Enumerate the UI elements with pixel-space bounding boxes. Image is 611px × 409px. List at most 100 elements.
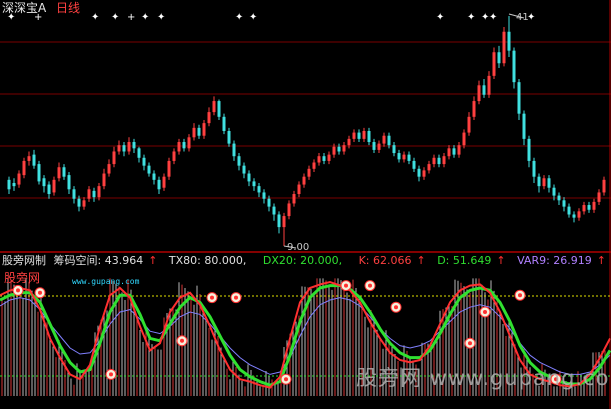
candle-body <box>442 156 446 165</box>
candle-body <box>177 142 181 152</box>
candle-body <box>142 157 146 166</box>
candle-body <box>527 138 531 161</box>
candle-body <box>37 164 41 182</box>
candle-body <box>22 160 26 176</box>
candle-body <box>377 143 381 150</box>
candle-body <box>102 173 106 187</box>
candle-body <box>452 148 456 155</box>
cross-signal-dot <box>483 310 487 314</box>
cross-signal-dot <box>210 295 214 300</box>
candle-body <box>292 194 296 204</box>
indicator-value-5: VAR9: 26.919 ↑ <box>517 254 606 267</box>
candle-body <box>407 154 411 161</box>
signal-marks: ✦ + ✦ ✦ + ✦ ✦ ✦ ✦ ✦ ✦ ✦ ✦ ✦ <box>7 12 535 23</box>
candle-body <box>457 145 461 155</box>
candle-body <box>512 50 516 83</box>
candle-body <box>182 142 186 149</box>
candle-body <box>17 173 21 185</box>
candle-body <box>82 200 86 207</box>
candle-body <box>47 184 51 195</box>
candle-body <box>7 179 11 190</box>
cross-signal-dot <box>394 305 398 310</box>
candle-body <box>57 167 61 179</box>
candle-body <box>167 160 171 177</box>
candle-body <box>222 116 226 131</box>
candle-body <box>307 168 311 177</box>
candle-body <box>322 156 326 161</box>
indicator-value-bar: 股旁网制 筹码空间: 43.964 ↑ TX80: 80.000, DX20: 2… <box>2 254 611 268</box>
candle-body <box>422 170 426 177</box>
candle-body <box>477 85 481 102</box>
candle-body <box>447 148 451 157</box>
candle-body <box>387 135 391 146</box>
candle-body <box>152 173 156 180</box>
candle-body <box>372 142 376 150</box>
candle-body <box>132 142 136 149</box>
candle-body <box>397 153 401 160</box>
candle-body <box>207 112 211 124</box>
candle-body <box>482 85 486 95</box>
candle-body <box>112 151 116 165</box>
cross-signal-dot <box>468 341 472 346</box>
cross-signal-dot <box>518 293 522 298</box>
candle-body <box>202 123 206 136</box>
candle-body <box>432 157 436 165</box>
candle-body <box>42 178 46 187</box>
bottom-watermark: 股旁网 www.gupang.com <box>356 366 611 390</box>
candle-body <box>117 145 121 152</box>
chart-title-bar: 深深宝A 日线 <box>2 1 80 15</box>
candle-body <box>367 131 371 143</box>
candle-body <box>237 156 241 166</box>
signal-mark: ✦ <box>467 12 475 23</box>
signal-mark: ✦ <box>141 12 149 23</box>
high-price-label: 41 <box>516 12 529 23</box>
cross-signal-dot <box>16 288 20 293</box>
candle-body <box>32 154 36 166</box>
stock-chart[interactable]: ✦ + ✦ ✦ + ✦ ✦ ✦ ✦ ✦ ✦ ✦ ✦ ✦ <box>0 0 611 409</box>
candle-body <box>67 175 71 190</box>
period-label[interactable]: 日线 <box>56 1 80 15</box>
candle-body <box>462 132 466 146</box>
candle-body <box>597 192 601 202</box>
indicator-value-2: DX20: 20.000, <box>262 254 343 267</box>
candle-body <box>427 164 431 171</box>
candle-body <box>492 52 496 76</box>
candle-body <box>347 138 351 146</box>
indicator-value-4: D: 51.649 ↑ <box>437 254 506 267</box>
signal-mark: ✦ <box>235 12 243 23</box>
candle-body <box>277 214 281 228</box>
candle-body <box>227 131 231 144</box>
candle-body <box>517 82 521 114</box>
indicator-value-0: 筹码空间: 43.964 ↑ <box>53 254 158 267</box>
candle-body <box>487 75 491 95</box>
indicator-value-3: K: 62.066 ↑ <box>358 254 426 267</box>
signal-mark: ✦ <box>436 12 444 23</box>
candle-body <box>357 132 361 139</box>
signal-mark: + <box>127 12 135 23</box>
cross-signal-dot <box>180 338 184 343</box>
candle-body <box>547 178 551 188</box>
candle-body <box>417 168 421 177</box>
candle-body <box>187 137 191 149</box>
candle-body <box>262 192 266 199</box>
candle-body <box>572 214 576 218</box>
candle-body <box>267 198 271 207</box>
candle-body <box>532 160 536 177</box>
candle-body <box>282 216 286 228</box>
candle-body <box>297 184 301 195</box>
candle-body <box>232 143 236 157</box>
cross-signal-dot <box>109 372 113 377</box>
indicator-name[interactable]: 股旁网制 <box>2 254 46 267</box>
candle-body <box>327 154 331 161</box>
cross-signal-dot <box>344 283 348 288</box>
candle-body <box>577 211 581 218</box>
candle-body <box>212 101 216 113</box>
candle-body <box>192 127 196 138</box>
signal-mark: ✦ <box>157 12 165 23</box>
candle-body <box>582 205 586 212</box>
candle-body <box>97 186 101 198</box>
candle-body <box>252 181 256 187</box>
candle-body <box>12 182 16 187</box>
stock-name[interactable]: 深深宝A <box>2 1 46 15</box>
candle-body <box>247 173 251 182</box>
